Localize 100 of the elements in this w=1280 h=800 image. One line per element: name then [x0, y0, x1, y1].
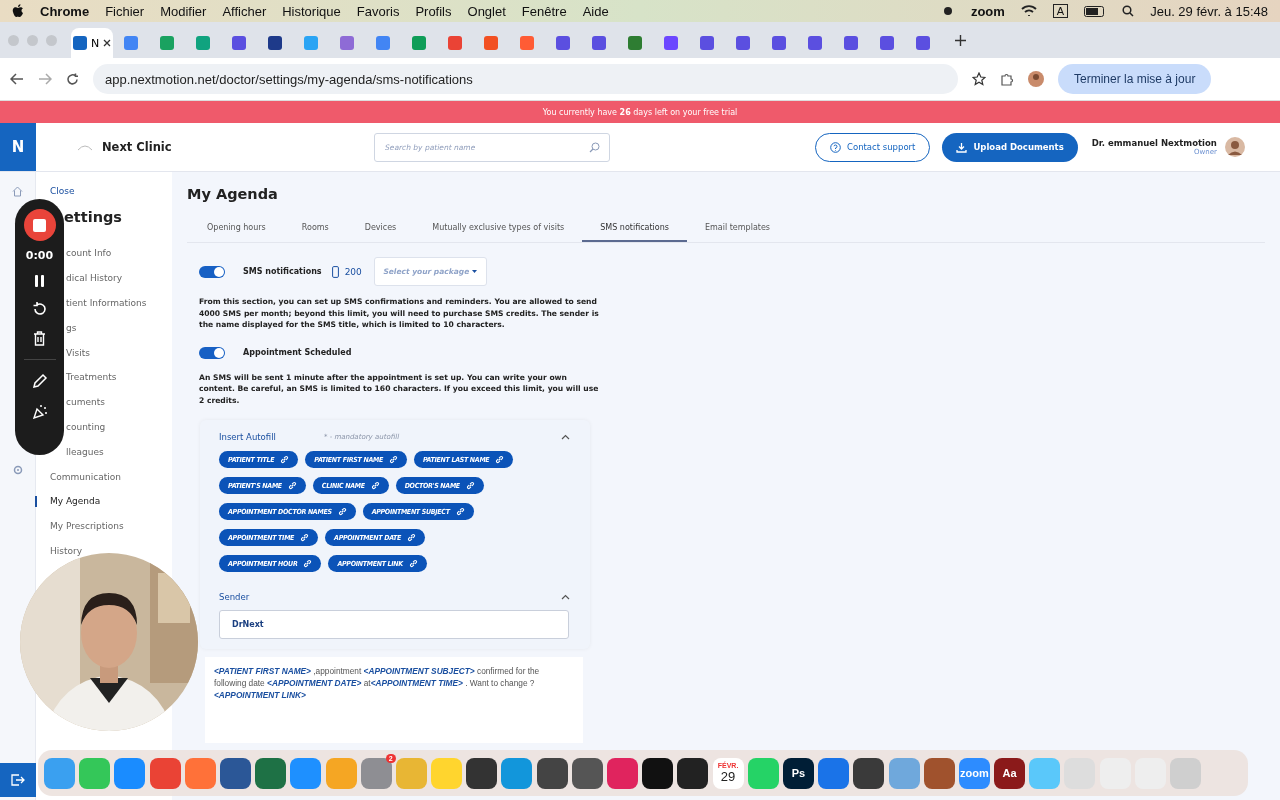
link-icon [388, 455, 398, 464]
confetti-icon [31, 403, 48, 419]
dock-icon[interactable] [677, 757, 709, 789]
page-title: My Agenda [187, 186, 279, 202]
dock-icon[interactable] [536, 757, 568, 789]
restart-button[interactable] [31, 301, 48, 317]
delete-button[interactable] [33, 331, 46, 346]
section-title: Insert Autofill [219, 432, 276, 442]
user-name: Dr. emmanuel Nextmotion [1091, 138, 1217, 148]
tab-title: N [90, 36, 100, 50]
clinic-logo-icon [76, 142, 94, 152]
message-editor[interactable]: <PATIENT FIRST NAME> ,appointment <APPOINTMENT SUBJECT> confirmed for the following date <APPOINTMENT DATE> at<APPOINTMENT TIME> . Want to change ? <APPOINTMENT LINK> [205, 657, 583, 743]
wifi-icon[interactable] [1020, 5, 1037, 17]
menu-item[interactable]: Onglet [467, 3, 506, 19]
dock-icon[interactable]: Ps [782, 757, 814, 789]
logout-icon [10, 774, 25, 786]
apple-icon[interactable] [12, 4, 24, 18]
settings-tab[interactable]: Opening hours [187, 218, 284, 242]
input-source[interactable]: A [1052, 4, 1069, 18]
sidebar-item[interactable]: Treatments [66, 365, 117, 390]
sidebar-item[interactable]: tient Informations [66, 290, 147, 316]
avatar-icon[interactable] [1028, 71, 1044, 87]
sms-credits: 200 [344, 266, 362, 277]
phone-icon [331, 265, 339, 278]
battery-icon[interactable] [1084, 5, 1107, 17]
browser-tab[interactable]: N [71, 28, 113, 58]
sidebar-item[interactable]: History [35, 538, 83, 564]
menu-item[interactable]: Afficher [222, 3, 267, 19]
new-tab-icon[interactable] [955, 34, 966, 46]
zoom-status-item[interactable]: zoom [970, 3, 1005, 19]
star-icon[interactable] [972, 72, 986, 86]
menu-item[interactable]: Chrome [40, 3, 90, 19]
sidebar-item[interactable]: counting [66, 414, 106, 440]
menu-item[interactable]: Fichier [105, 3, 145, 19]
close-link[interactable]: Close [50, 186, 75, 196]
effects-button[interactable] [31, 403, 48, 419]
settings-tab[interactable]: Rooms [283, 218, 347, 242]
pause-button[interactable] [34, 275, 45, 287]
contact-support-button[interactable]: Contact support [815, 132, 931, 162]
sidebar-item[interactable]: lleagues [66, 439, 104, 465]
logout-button[interactable] [0, 763, 36, 797]
sidebar-item[interactable]: count Info [66, 241, 112, 266]
link-icon [280, 455, 290, 464]
sidebar-item[interactable]: cuments [66, 389, 105, 415]
dock-icon[interactable] [571, 757, 603, 789]
caret-icon [472, 270, 478, 273]
sidebar-item[interactable]: dical History [66, 265, 123, 291]
link-icon [455, 507, 465, 516]
stop-button[interactable] [23, 209, 56, 241]
dock-icon[interactable] [466, 757, 498, 789]
menu-item[interactable]: Fenêtre [521, 3, 567, 19]
settings-tab[interactable]: Mutually exclusive types of visits [414, 218, 583, 242]
toggle-switch[interactable] [199, 346, 225, 359]
settings-title: ettings [64, 209, 123, 225]
menu-clock[interactable]: Jeu. 29 févr. à 15:48 [1150, 3, 1268, 19]
link-icon [495, 455, 505, 464]
avatar-icon[interactable] [1224, 137, 1245, 157]
link-icon [287, 481, 297, 490]
back-icon[interactable] [10, 73, 24, 85]
settings-tab[interactable]: Devices [346, 218, 415, 242]
menu-item[interactable]: Favoris [356, 3, 400, 19]
chevron-icon[interactable] [561, 594, 570, 600]
close-icon[interactable] [103, 39, 112, 47]
sidebar-item[interactable]: My Prescriptions [35, 513, 124, 539]
upload-documents-button[interactable]: Upload Documents [942, 132, 1078, 162]
address-bar[interactable]: app.nextmotion.net/doctor/settings/my-agenda/sms-notifications [93, 64, 958, 94]
appointment-scheduled-label: Appointment Scheduled [243, 348, 352, 357]
help-icon [830, 141, 841, 153]
chevron-icon[interactable] [561, 434, 570, 440]
settings-tab[interactable]: SMS notifications [582, 218, 687, 242]
link-icon [407, 533, 417, 542]
link-icon [370, 481, 380, 490]
app-logo[interactable]: N [0, 123, 36, 171]
sidebar-item[interactable]: Visits [66, 340, 90, 365]
dock-icon[interactable]: Aa [994, 757, 1026, 789]
home-icon[interactable] [12, 186, 23, 197]
pen-button[interactable] [31, 373, 48, 389]
sidebar-item[interactable]: gs [66, 315, 77, 341]
menu-item[interactable]: Modifier [160, 3, 207, 19]
pause-icon [34, 275, 45, 287]
restart-icon [31, 301, 48, 317]
sidebar-item[interactable]: Communication [35, 464, 121, 489]
settings-tab[interactable]: Email templates [687, 218, 788, 242]
link-icon [300, 533, 310, 542]
trial-message: You currently have 26 days left on your free trial [542, 107, 738, 117]
dock-icon[interactable] [853, 757, 885, 789]
recording-time: 0:00 [25, 249, 54, 262]
menu-item[interactable]: Historique [282, 3, 341, 19]
link-icon [303, 559, 313, 568]
search-icon[interactable] [1122, 5, 1135, 17]
link-icon [408, 559, 418, 568]
menu-item[interactable]: Profils [415, 3, 452, 19]
toggle-switch[interactable] [199, 265, 225, 278]
update-button[interactable]: Terminer la mise à jour [1058, 64, 1212, 94]
menu-item[interactable]: Aide [582, 3, 609, 19]
dock-icon[interactable] [642, 757, 674, 789]
forward-icon[interactable] [38, 73, 52, 85]
puzzle-icon[interactable] [1000, 72, 1014, 86]
reload-icon[interactable] [66, 72, 79, 86]
sender-field[interactable]: DrNext [219, 610, 569, 639]
